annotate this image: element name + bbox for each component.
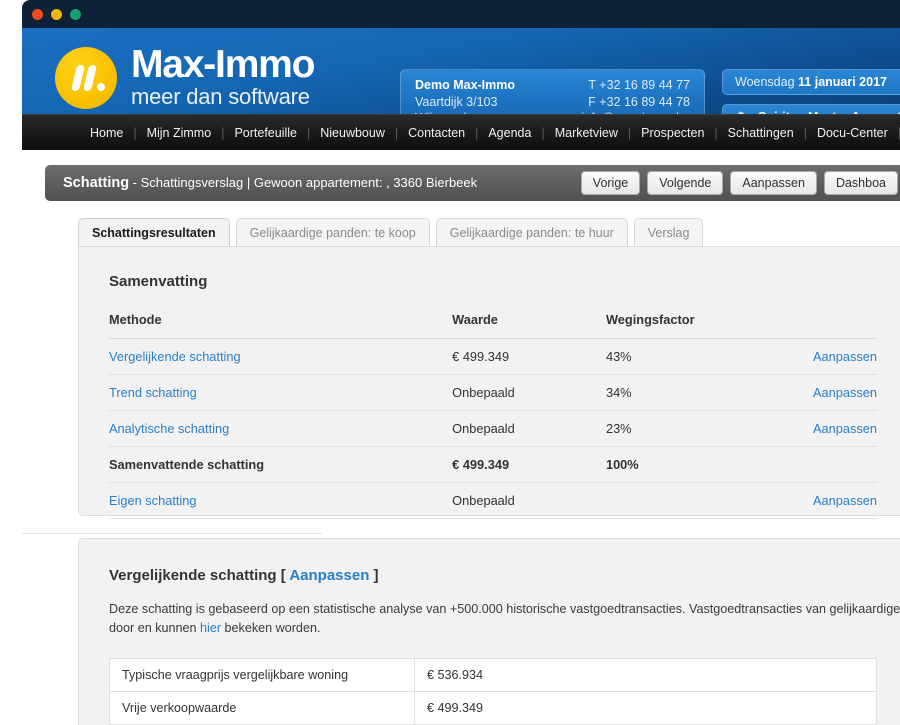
comparative-heading-text: Vergelijkende schatting [ (109, 567, 290, 584)
row-edit-link[interactable]: Aanpassen (813, 421, 877, 436)
minimize-window-icon[interactable] (51, 9, 62, 20)
account-name: Spiritus Master Account (758, 105, 900, 114)
table-row-total: Samenvattende schatting € 499.349 100% (109, 446, 877, 483)
method-link[interactable]: Eigen schatting (109, 493, 197, 508)
method-label: Samenvattende schatting (109, 446, 453, 483)
col-actions (812, 312, 877, 339)
nav-item-mijn-zimmo[interactable]: Mijn Zimmo (137, 126, 222, 140)
comparative-heading: Vergelijkende schatting [ Aanpassen ] (109, 567, 877, 584)
row-edit-link[interactable]: Aanpassen (813, 493, 877, 508)
session-date-bar: Woensdag 11 januari 2017 Max- (722, 69, 900, 95)
value-label: Vrije verkoopwaarde (109, 691, 415, 725)
brand-header: Max-Immo meer dan software Demo Max-Immo… (22, 28, 900, 114)
brand-logo[interactable]: Max-Immo meer dan software (55, 43, 315, 110)
comparative-description: Deze schatting is gebaseerd op een stati… (109, 600, 900, 638)
window-titlebar (22, 0, 900, 28)
nav-item-marketview[interactable]: Marketview (545, 126, 628, 140)
method-weight: 100% (605, 446, 813, 483)
col-methode: Methode (109, 312, 453, 339)
method-weight: 34% (605, 374, 813, 411)
session-day: Woensdag (735, 75, 795, 89)
row-edit-link[interactable]: Aanpassen (813, 385, 877, 400)
page-title-main: Schatting (63, 175, 130, 191)
nav-item-nieuwbouw[interactable]: Nieuwbouw (310, 126, 395, 140)
method-value: Onbepaald (452, 482, 606, 519)
nav-item-portefeuille[interactable]: Portefeuille (224, 126, 307, 140)
method-weight (605, 482, 813, 519)
table-row: Vrije verkoopwaarde € 499.349 (109, 691, 877, 725)
table-row: Eigen schatting Onbepaald Aanpassen (109, 482, 877, 519)
close-window-icon[interactable] (32, 9, 43, 20)
method-link[interactable]: Trend schatting (109, 385, 197, 400)
max-immo-logo-icon (55, 46, 117, 109)
tab-verslag[interactable]: Verslag (633, 218, 704, 247)
nav-item-agenda[interactable]: Agenda (478, 126, 541, 140)
section-divider (22, 533, 322, 534)
page-title-bar: Schatting - Schattingsverslag | Gewoon a… (45, 165, 900, 201)
method-weight: 43% (605, 338, 813, 375)
session-date: 11 januari 2017 (798, 75, 887, 89)
tab-bar: Schattingsresultaten Gelijkaardige pande… (78, 218, 704, 247)
company-phone: T +32 16 89 44 77 (588, 78, 690, 92)
dashboard-button[interactable]: Dashboa (823, 171, 898, 195)
row-edit-link[interactable]: Aanpassen (813, 349, 877, 364)
summary-table: Methode Waarde Wegingsfactor Vergelijken… (109, 312, 877, 519)
method-link[interactable]: Vergelijkende schatting (109, 349, 241, 364)
table-row: Trend schatting Onbepaald 34% Aanpassen (109, 374, 877, 411)
summary-heading: Samenvatting (109, 273, 208, 290)
page-title: Schatting - Schattingsverslag | Gewoon a… (63, 175, 581, 191)
tab-gelijkaardige-panden-te-huur[interactable]: Gelijkaardige panden: te huur (435, 218, 628, 247)
company-info-box: Demo Max-Immo T +32 16 89 44 77 Vaartdij… (400, 69, 705, 114)
col-waarde: Waarde (452, 312, 606, 339)
brand-tagline: meer dan software (131, 84, 310, 109)
tab-schattingsresultaten[interactable]: Schattingsresultaten (78, 218, 230, 247)
nav-item-prospecten[interactable]: Prospecten (631, 126, 714, 140)
brand-name: Max-Immo (131, 43, 315, 86)
nav-item-docu-center[interactable]: Docu-Center (807, 126, 898, 140)
table-row: Typische vraagprijs vergelijkbare woning… (109, 658, 877, 692)
tab-gelijkaardige-panden-te-koop[interactable]: Gelijkaardige panden: te koop (235, 218, 430, 247)
comparative-panel: Vergelijkende schatting [ Aanpassen ] De… (78, 538, 900, 725)
company-name: Demo Max-Immo (415, 78, 516, 92)
table-header-row: Methode Waarde Wegingsfactor (109, 312, 877, 339)
company-street: Vaartdijk 3/103 (415, 94, 498, 109)
description-line-1: Deze schatting is gebaseerd op een stati… (109, 602, 900, 616)
comparative-edit-link[interactable]: Aanpassen (289, 567, 369, 584)
main-navigation: Home | Mijn Zimmo | Portefeuille | Nieuw… (22, 114, 900, 150)
value-amount: € 536.934 (414, 658, 877, 692)
description-line-2: door en kunnen hier bekeken worden. (109, 619, 877, 638)
table-row: Analytische schatting Onbepaald 23% Aanp… (109, 410, 877, 447)
row-action-empty (812, 446, 877, 483)
comparative-values-table: Typische vraagprijs vergelijkbare woning… (109, 658, 877, 725)
summary-panel: Samenvatting Methode Waarde Wegingsfacto… (78, 246, 900, 519)
value-label: Typische vraagprijs vergelijkbare woning (109, 658, 415, 692)
method-value: € 499.349 (452, 338, 606, 375)
value-amount: € 499.349 (414, 691, 877, 725)
zoom-window-icon[interactable] (70, 9, 81, 20)
method-value: Onbepaald (452, 410, 606, 447)
account-bar[interactable]: Spiritus Master Account (722, 104, 900, 114)
previous-button[interactable]: Vorige (580, 171, 641, 195)
edit-button[interactable]: Aanpassen (730, 171, 817, 195)
method-weight: 23% (605, 410, 813, 447)
traffic-lights (32, 9, 81, 20)
col-wegingsfactor: Wegingsfactor (605, 312, 813, 339)
method-link[interactable]: Analytische schatting (109, 421, 229, 436)
description-post: bekeken worden. (221, 621, 321, 635)
page-action-buttons: Vorige Volgende Aanpassen Dashboa (580, 171, 898, 195)
method-value: € 499.349 (452, 446, 606, 483)
page-body: Schatting - Schattingsverslag | Gewoon a… (22, 150, 900, 725)
table-row: Vergelijkende schatting € 499.349 43% Aa… (109, 338, 877, 375)
comparative-heading-close: ] (369, 567, 379, 584)
company-fax: F +32 16 89 44 78 (588, 94, 690, 109)
next-button[interactable]: Volgende (647, 171, 724, 195)
nav-item-home[interactable]: Home (80, 126, 133, 140)
page-title-detail: - Schattingsverslag | Gewoon appartement… (129, 175, 478, 190)
description-here-link[interactable]: hier (200, 621, 221, 635)
method-value: Onbepaald (452, 374, 606, 411)
nav-item-schattingen[interactable]: Schattingen (718, 126, 804, 140)
browser-window: Max-Immo meer dan software Demo Max-Immo… (0, 0, 900, 725)
description-pre: door en kunnen (109, 621, 201, 635)
nav-item-contacten[interactable]: Contacten (398, 126, 475, 140)
